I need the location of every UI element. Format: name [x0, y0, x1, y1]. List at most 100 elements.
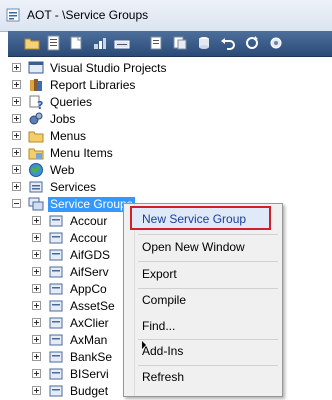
aot-window-icon: [6, 8, 20, 22]
tree-child-node[interactable]: AssetSe: [0, 298, 120, 315]
menu-item-compile[interactable]: Compile: [142, 290, 186, 310]
menu-item-refresh[interactable]: Refresh: [142, 367, 184, 387]
tree-node-label: Service Groups: [48, 197, 135, 212]
tree-node-report-libraries[interactable]: Report Libraries: [0, 77, 200, 94]
queries-icon: ?: [29, 95, 43, 110]
expand-icon[interactable]: [32, 216, 41, 225]
new-icon[interactable]: [68, 35, 84, 51]
menu-items-icon: [28, 148, 44, 160]
undo-icon[interactable]: [220, 35, 236, 51]
tree-child-node[interactable]: AifGDS: [0, 247, 120, 264]
service-icon: [49, 266, 63, 278]
menus-icon: [28, 131, 44, 143]
menu-item-label: New Service Group: [142, 212, 247, 226]
tree-node-label: Accour: [70, 214, 108, 228]
expand-icon[interactable]: [32, 284, 41, 293]
tree-node-label: Services: [50, 180, 97, 194]
expand-icon[interactable]: [32, 267, 41, 276]
expand-icon[interactable]: [12, 80, 21, 89]
menu-item-find[interactable]: Find...: [142, 316, 175, 336]
import-icon[interactable]: [148, 35, 164, 51]
expand-icon[interactable]: [12, 114, 21, 123]
service-groups-icon: [28, 197, 44, 211]
tree-node-web[interactable]: Web: [0, 162, 200, 179]
menu-separator: [138, 365, 278, 366]
tree-node-label: Jobs: [50, 112, 76, 126]
settings-icon[interactable]: [268, 35, 284, 51]
save-icon[interactable]: [92, 35, 108, 51]
tree-node-label: Budget: [70, 384, 109, 398]
tree-child-node[interactable]: AifServ: [0, 264, 120, 281]
export-icon[interactable]: [172, 35, 188, 51]
expand-icon[interactable]: [12, 182, 21, 191]
title-bar: AOT - \Service Groups: [0, 0, 332, 32]
expand-icon[interactable]: [12, 63, 21, 72]
tree-node-label: AxClier: [70, 316, 109, 330]
expand-icon[interactable]: [12, 165, 21, 174]
svg-text:?: ?: [37, 99, 43, 110]
tree-node-label: Accour: [70, 231, 108, 245]
aot-toolbar: [8, 31, 332, 57]
tree-child-node[interactable]: AppCo: [0, 281, 120, 298]
tree-node-label: AxMan: [70, 333, 108, 347]
tree-node-label: Menus: [50, 129, 87, 143]
collapse-icon[interactable]: [12, 199, 21, 208]
expand-icon[interactable]: [12, 97, 21, 106]
expand-icon[interactable]: [32, 250, 41, 259]
expand-icon[interactable]: [32, 233, 41, 242]
tree-node-label: Visual Studio Projects: [50, 61, 167, 75]
menu-separator: [138, 261, 278, 262]
expand-icon[interactable]: [12, 131, 21, 140]
tree-child-node[interactable]: Budget: [0, 383, 120, 400]
service-icon: [49, 283, 63, 295]
tree-node-label: Report Libraries: [50, 78, 136, 92]
submenu-arrow-icon: [142, 341, 146, 349]
vs-projects-icon: [28, 61, 44, 74]
service-icon: [49, 317, 63, 329]
tree-node-menus[interactable]: Menus: [0, 128, 200, 145]
tree-child-node[interactable]: AxClier: [0, 315, 120, 332]
service-icon: [49, 232, 63, 244]
tree-child-node[interactable]: Accour: [0, 213, 120, 230]
tree-node-services[interactable]: Services: [0, 179, 200, 196]
menu-separator: [138, 339, 278, 340]
properties-icon[interactable]: [46, 35, 62, 51]
tree-node-label: AifServ: [70, 265, 109, 279]
service-icon: [49, 215, 63, 227]
menu-item-export[interactable]: Export: [142, 264, 177, 284]
tree-node-label: BankSe: [70, 350, 113, 364]
tree-child-node[interactable]: AxMan: [0, 332, 120, 349]
tree-node-jobs[interactable]: Jobs: [0, 111, 200, 128]
database-icon[interactable]: [196, 35, 212, 51]
expand-icon[interactable]: [32, 318, 41, 327]
service-icon: [49, 368, 63, 380]
tree-node-label: Web: [50, 163, 75, 177]
menu-gutter: [124, 204, 135, 396]
menu-item-open-new-window[interactable]: Open New Window: [142, 237, 245, 257]
menu-item-new-service-group[interactable]: New Service Group: [130, 206, 271, 230]
tree-node-queries[interactable]: ? Queries: [0, 94, 200, 111]
context-menu: New Service Group Open New Window Export…: [123, 203, 283, 397]
expand-icon[interactable]: [12, 148, 21, 157]
expand-icon[interactable]: [32, 386, 41, 395]
service-icon: [49, 300, 63, 312]
tree-child-node[interactable]: BankSe: [0, 349, 120, 366]
tree-node-menu-items[interactable]: Menu Items: [0, 145, 200, 162]
web-globe-icon: [29, 163, 43, 177]
tree-node-label: BIServi: [70, 367, 109, 381]
tree-node-label: Menu Items: [50, 146, 113, 160]
tree-child-node[interactable]: Accour: [0, 230, 120, 247]
expand-icon[interactable]: [32, 352, 41, 361]
expand-icon[interactable]: [32, 335, 41, 344]
tree-node-vs-projects[interactable]: Visual Studio Projects: [0, 60, 200, 77]
compile-icon[interactable]: [114, 35, 130, 51]
expand-icon[interactable]: [32, 301, 41, 310]
service-icon: [49, 334, 63, 346]
tree-child-node[interactable]: BIServi: [0, 366, 120, 383]
refresh-icon[interactable]: [244, 35, 260, 51]
tree-node-label: AssetSe: [70, 299, 115, 313]
open-icon[interactable]: [24, 35, 40, 51]
expand-icon[interactable]: [32, 369, 41, 378]
tree-node-label: AifGDS: [70, 248, 111, 262]
menu-item-add-ins[interactable]: Add-Ins: [142, 341, 183, 361]
